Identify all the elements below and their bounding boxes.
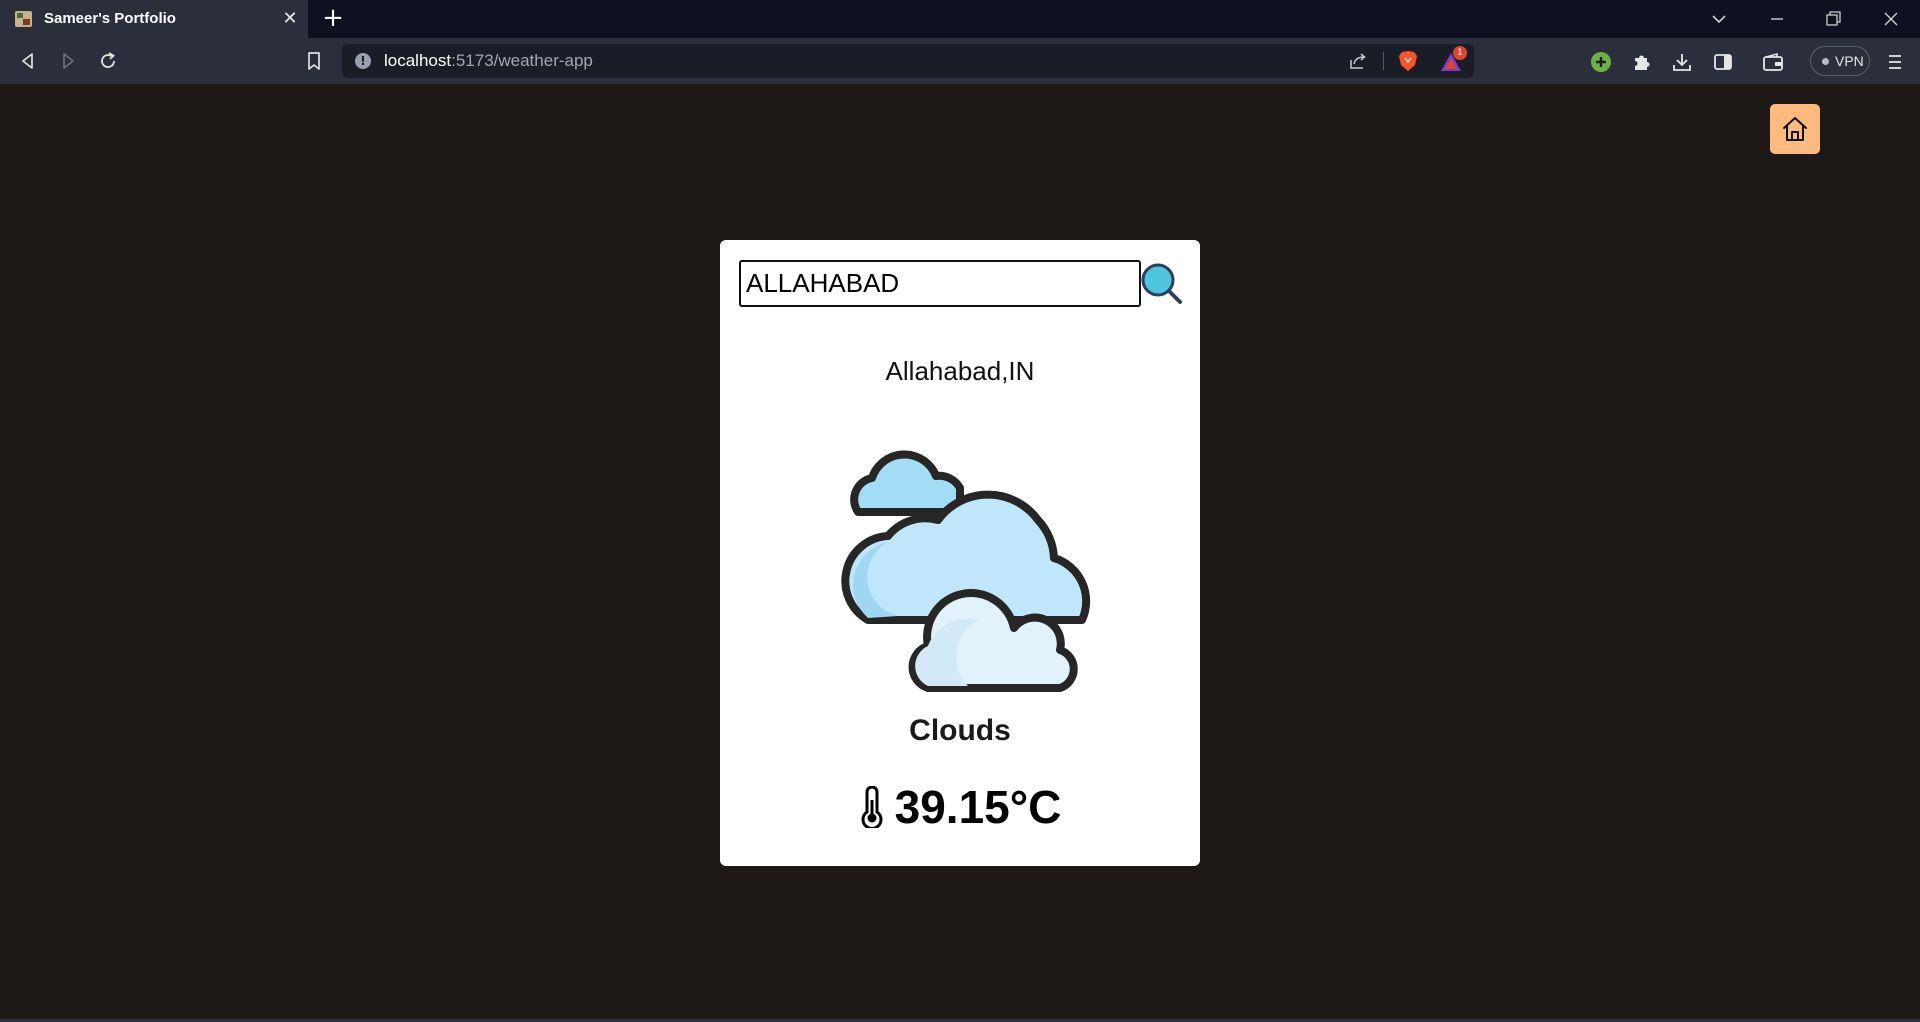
new-tab-button[interactable]: + <box>320 5 346 32</box>
extension-green-icon[interactable] <box>1590 51 1612 73</box>
tab-strip: Sameer's Portfolio ✕ + <box>0 0 1920 38</box>
divider <box>1383 52 1384 70</box>
tab-search-chevron-icon[interactable] <box>1704 6 1734 32</box>
vpn-status-dot <box>1822 58 1829 65</box>
site-favicon-icon <box>15 11 32 27</box>
search-icon <box>1141 263 1182 304</box>
menu-icon[interactable] <box>1884 51 1906 73</box>
address-bar[interactable]: ! localhost:5173/weather-app 1 <box>342 44 1474 78</box>
url-text[interactable]: localhost:5173/weather-app <box>384 51 593 71</box>
close-tab-icon[interactable]: ✕ <box>280 9 300 29</box>
back-icon[interactable] <box>16 49 40 73</box>
forward-icon[interactable] <box>56 49 80 73</box>
temperature-value: 39.15°C <box>894 781 1062 833</box>
home-icon <box>1783 117 1807 141</box>
site-info-icon[interactable]: ! <box>355 53 371 69</box>
brave-shields-icon[interactable] <box>1398 50 1418 72</box>
sidebar-icon[interactable] <box>1712 51 1734 73</box>
vpn-label: VPN <box>1835 53 1864 69</box>
location-name: Allahabad,IN <box>885 356 1035 386</box>
bookmark-icon[interactable] <box>302 49 326 73</box>
restore-icon[interactable] <box>1818 6 1848 32</box>
search-button[interactable] <box>1140 262 1186 308</box>
minimize-icon[interactable] <box>1762 6 1792 32</box>
clouds-icon <box>841 450 1091 692</box>
extensions-puzzle-icon[interactable] <box>1631 51 1653 73</box>
reload-icon[interactable] <box>96 49 120 73</box>
temperature-row: 39.15°C <box>720 780 1200 834</box>
downloads-icon[interactable] <box>1671 51 1693 73</box>
share-icon[interactable] <box>1348 51 1368 71</box>
home-button[interactable] <box>1770 104 1820 154</box>
close-window-icon[interactable] <box>1876 6 1906 32</box>
tab-title: Sameer's Portfolio <box>44 10 176 27</box>
thermometer-icon <box>861 786 883 828</box>
weather-card: Allahabad,IN Clouds 39.15°C <box>720 240 1200 866</box>
vpn-button[interactable]: VPN <box>1810 46 1870 76</box>
weather-condition: Clouds <box>909 714 1011 747</box>
rewards-badge: 1 <box>1453 46 1467 60</box>
wallet-icon[interactable] <box>1762 51 1784 73</box>
browser-toolbar: ! localhost:5173/weather-app 1 VPN <box>0 38 1920 84</box>
city-search-input[interactable] <box>739 260 1141 307</box>
browser-tab[interactable]: Sameer's Portfolio ✕ <box>0 0 308 38</box>
